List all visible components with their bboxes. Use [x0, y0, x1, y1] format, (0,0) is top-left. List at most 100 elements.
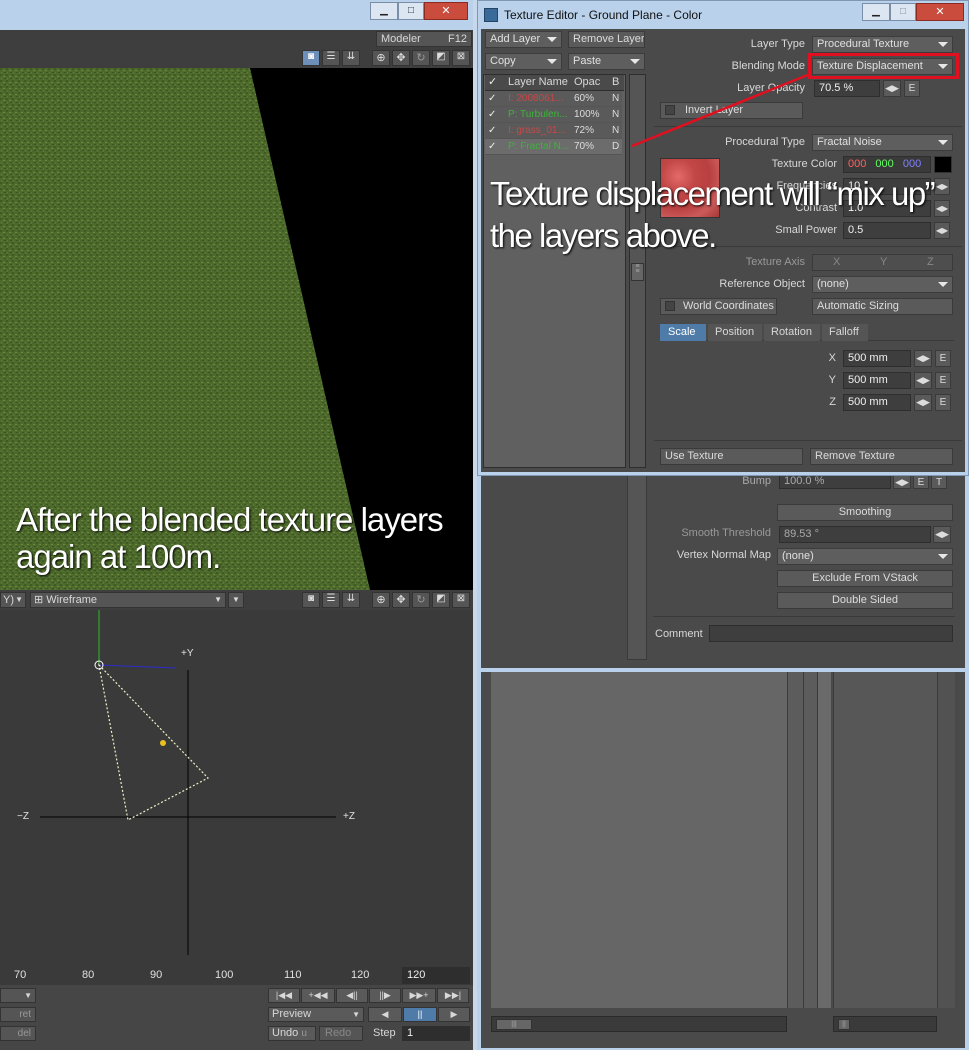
- remove-layer-button[interactable]: Remove Layer: [568, 31, 645, 48]
- smooth-threshold-field[interactable]: 89.53 °: [779, 526, 931, 543]
- tab-falloff[interactable]: Falloff: [822, 324, 868, 341]
- list-icon[interactable]: ☰: [322, 50, 340, 66]
- current-frame-field[interactable]: 120: [402, 967, 470, 984]
- maximize-button[interactable]: □: [398, 2, 424, 20]
- layer-opacity-field[interactable]: 70.5 %: [814, 80, 880, 97]
- vertex-normal-map-select[interactable]: (none): [777, 548, 953, 565]
- scale-x-stepper[interactable]: ◀▶: [914, 350, 932, 367]
- bump-envelope-button[interactable]: E: [913, 474, 929, 489]
- double-sided-toggle[interactable]: Double Sided: [777, 592, 953, 609]
- layer-row[interactable]: ✓ I: 2008061... 60% N: [485, 91, 622, 107]
- scroll-thumb[interactable]: ≡ ≡: [631, 263, 644, 281]
- tab-position[interactable]: Position: [708, 324, 762, 341]
- texture-maximize-button[interactable]: □: [890, 3, 916, 21]
- comment-field[interactable]: [709, 625, 953, 642]
- rotate-view-icon[interactable]: ↻: [412, 592, 430, 608]
- layer-row[interactable]: ✓ I: grass_01... 72% N: [485, 123, 622, 139]
- texture-close-button[interactable]: ✕: [916, 3, 964, 21]
- checkmark-icon[interactable]: ✓: [488, 123, 496, 138]
- goto-end-button[interactable]: ▶▶|: [437, 988, 469, 1003]
- remove-texture-button[interactable]: Remove Texture: [810, 448, 953, 465]
- render-mode-select[interactable]: ⊞ Wireframe ▼: [30, 592, 226, 608]
- pause-button[interactable]: ||: [403, 1007, 437, 1022]
- small-power-stepper[interactable]: ◀▶: [934, 222, 950, 239]
- layer-row-selected[interactable]: ✓ P: Fractal N... 70% D: [485, 139, 622, 155]
- goto-start-button[interactable]: |◀◀: [268, 988, 300, 1003]
- checkmark-icon[interactable]: ✓: [488, 139, 496, 154]
- use-texture-button[interactable]: Use Texture: [660, 448, 803, 465]
- smooth-threshold-stepper[interactable]: ◀▶: [933, 526, 951, 543]
- horizontal-scrollbar[interactable]: |||: [491, 1016, 787, 1032]
- exclude-from-vstack-toggle[interactable]: Exclude From VStack: [777, 570, 953, 587]
- modeler-button[interactable]: Modeler F12: [376, 31, 472, 47]
- pan-view-icon[interactable]: ✥: [392, 50, 410, 66]
- small-power-field[interactable]: 0.5: [843, 222, 931, 239]
- tab-scale[interactable]: Scale: [660, 324, 706, 341]
- timeline[interactable]: 70 80 90 100 110 120 120: [0, 965, 473, 985]
- add-layer-select[interactable]: Add Layer: [485, 31, 562, 48]
- axis-z-option[interactable]: Z: [927, 255, 934, 270]
- layer-opacity-stepper[interactable]: ◀▶: [883, 80, 901, 97]
- scale-z-stepper[interactable]: ◀▶: [914, 394, 932, 411]
- axis-x-option[interactable]: X: [833, 255, 840, 270]
- next-key-button[interactable]: ▶▶+: [402, 988, 436, 1003]
- close-button[interactable]: ✕: [424, 2, 468, 20]
- next-frame-button[interactable]: ||▶: [369, 988, 401, 1003]
- checkmark-icon[interactable]: ✓: [488, 107, 496, 122]
- redo-button[interactable]: Redo: [319, 1026, 363, 1041]
- scale-y-field[interactable]: 500 mm: [843, 372, 911, 389]
- move-view-icon[interactable]: ⊕: [372, 592, 390, 608]
- scale-x-envelope-button[interactable]: E: [935, 350, 951, 367]
- layer-opacity-envelope-button[interactable]: E: [904, 80, 920, 97]
- bump-texture-button[interactable]: T: [931, 474, 947, 489]
- key-select[interactable]: ▼: [0, 988, 36, 1003]
- scroll-thumb[interactable]: |||: [496, 1019, 532, 1030]
- zoom-view-icon[interactable]: ◩: [432, 50, 450, 66]
- bump-stepper[interactable]: ◀▶: [893, 474, 911, 489]
- prev-key-button[interactable]: +◀◀: [301, 988, 335, 1003]
- checkmark-icon[interactable]: ✓: [488, 91, 496, 106]
- render-viewport[interactable]: After the blended texture layers again a…: [0, 68, 473, 590]
- contrast-stepper[interactable]: ◀▶: [934, 200, 950, 217]
- pan-view-icon[interactable]: ✥: [392, 592, 410, 608]
- prev-frame-button[interactable]: ◀||: [336, 988, 368, 1003]
- preview-select[interactable]: Preview ▼: [268, 1007, 364, 1022]
- texture-color-swatch[interactable]: [934, 156, 952, 173]
- play-reverse-button[interactable]: ◀: [368, 1007, 402, 1022]
- camera-icon[interactable]: ◙: [302, 50, 320, 66]
- procedural-type-select[interactable]: Fractal Noise: [812, 134, 953, 151]
- automatic-sizing-button[interactable]: Automatic Sizing: [812, 298, 953, 315]
- layer-type-select[interactable]: Procedural Texture: [812, 36, 953, 53]
- maximize-view-icon[interactable]: ⊠: [452, 50, 470, 66]
- texture-minimize-button[interactable]: ▁: [862, 3, 890, 21]
- view-select[interactable]: Y) ▼: [0, 592, 26, 608]
- copy-select[interactable]: Copy: [485, 53, 562, 70]
- del-button[interactable]: del: [0, 1026, 36, 1041]
- scale-z-field[interactable]: 500 mm: [843, 394, 911, 411]
- ret-button[interactable]: ret: [0, 1007, 36, 1022]
- scroll-thumb[interactable]: ||: [838, 1019, 850, 1030]
- axis-y-option[interactable]: Y: [880, 255, 887, 270]
- step-field[interactable]: 1: [402, 1026, 470, 1041]
- save-view-icon[interactable]: ⇊: [342, 50, 360, 66]
- scale-y-stepper[interactable]: ◀▶: [914, 372, 932, 389]
- wireframe-viewport[interactable]: +Y −Z +Z: [0, 610, 473, 965]
- layer-row[interactable]: ✓ P: Turbulen... 100% N: [485, 107, 622, 123]
- reference-object-select[interactable]: (none): [812, 276, 953, 293]
- scale-x-field[interactable]: 500 mm: [843, 350, 911, 367]
- rotate-view-icon[interactable]: ↻: [412, 50, 430, 66]
- paste-select[interactable]: Paste: [568, 53, 645, 70]
- list-icon[interactable]: ☰: [322, 592, 340, 608]
- scale-z-envelope-button[interactable]: E: [935, 394, 951, 411]
- scale-y-envelope-button[interactable]: E: [935, 372, 951, 389]
- zoom-view-icon[interactable]: ◩: [432, 592, 450, 608]
- minimize-button[interactable]: ▁: [370, 2, 398, 20]
- bump-field[interactable]: 100.0 %: [779, 474, 891, 489]
- camera-icon[interactable]: ◙: [302, 592, 320, 608]
- undo-button[interactable]: Undo u: [268, 1026, 316, 1041]
- view-options-dropdown[interactable]: ▼: [228, 592, 244, 608]
- play-button[interactable]: ▶: [438, 1007, 470, 1022]
- horizontal-scrollbar[interactable]: ||: [833, 1016, 937, 1032]
- texture-color-field[interactable]: 000 000 000: [843, 156, 931, 173]
- move-view-icon[interactable]: ⊕: [372, 50, 390, 66]
